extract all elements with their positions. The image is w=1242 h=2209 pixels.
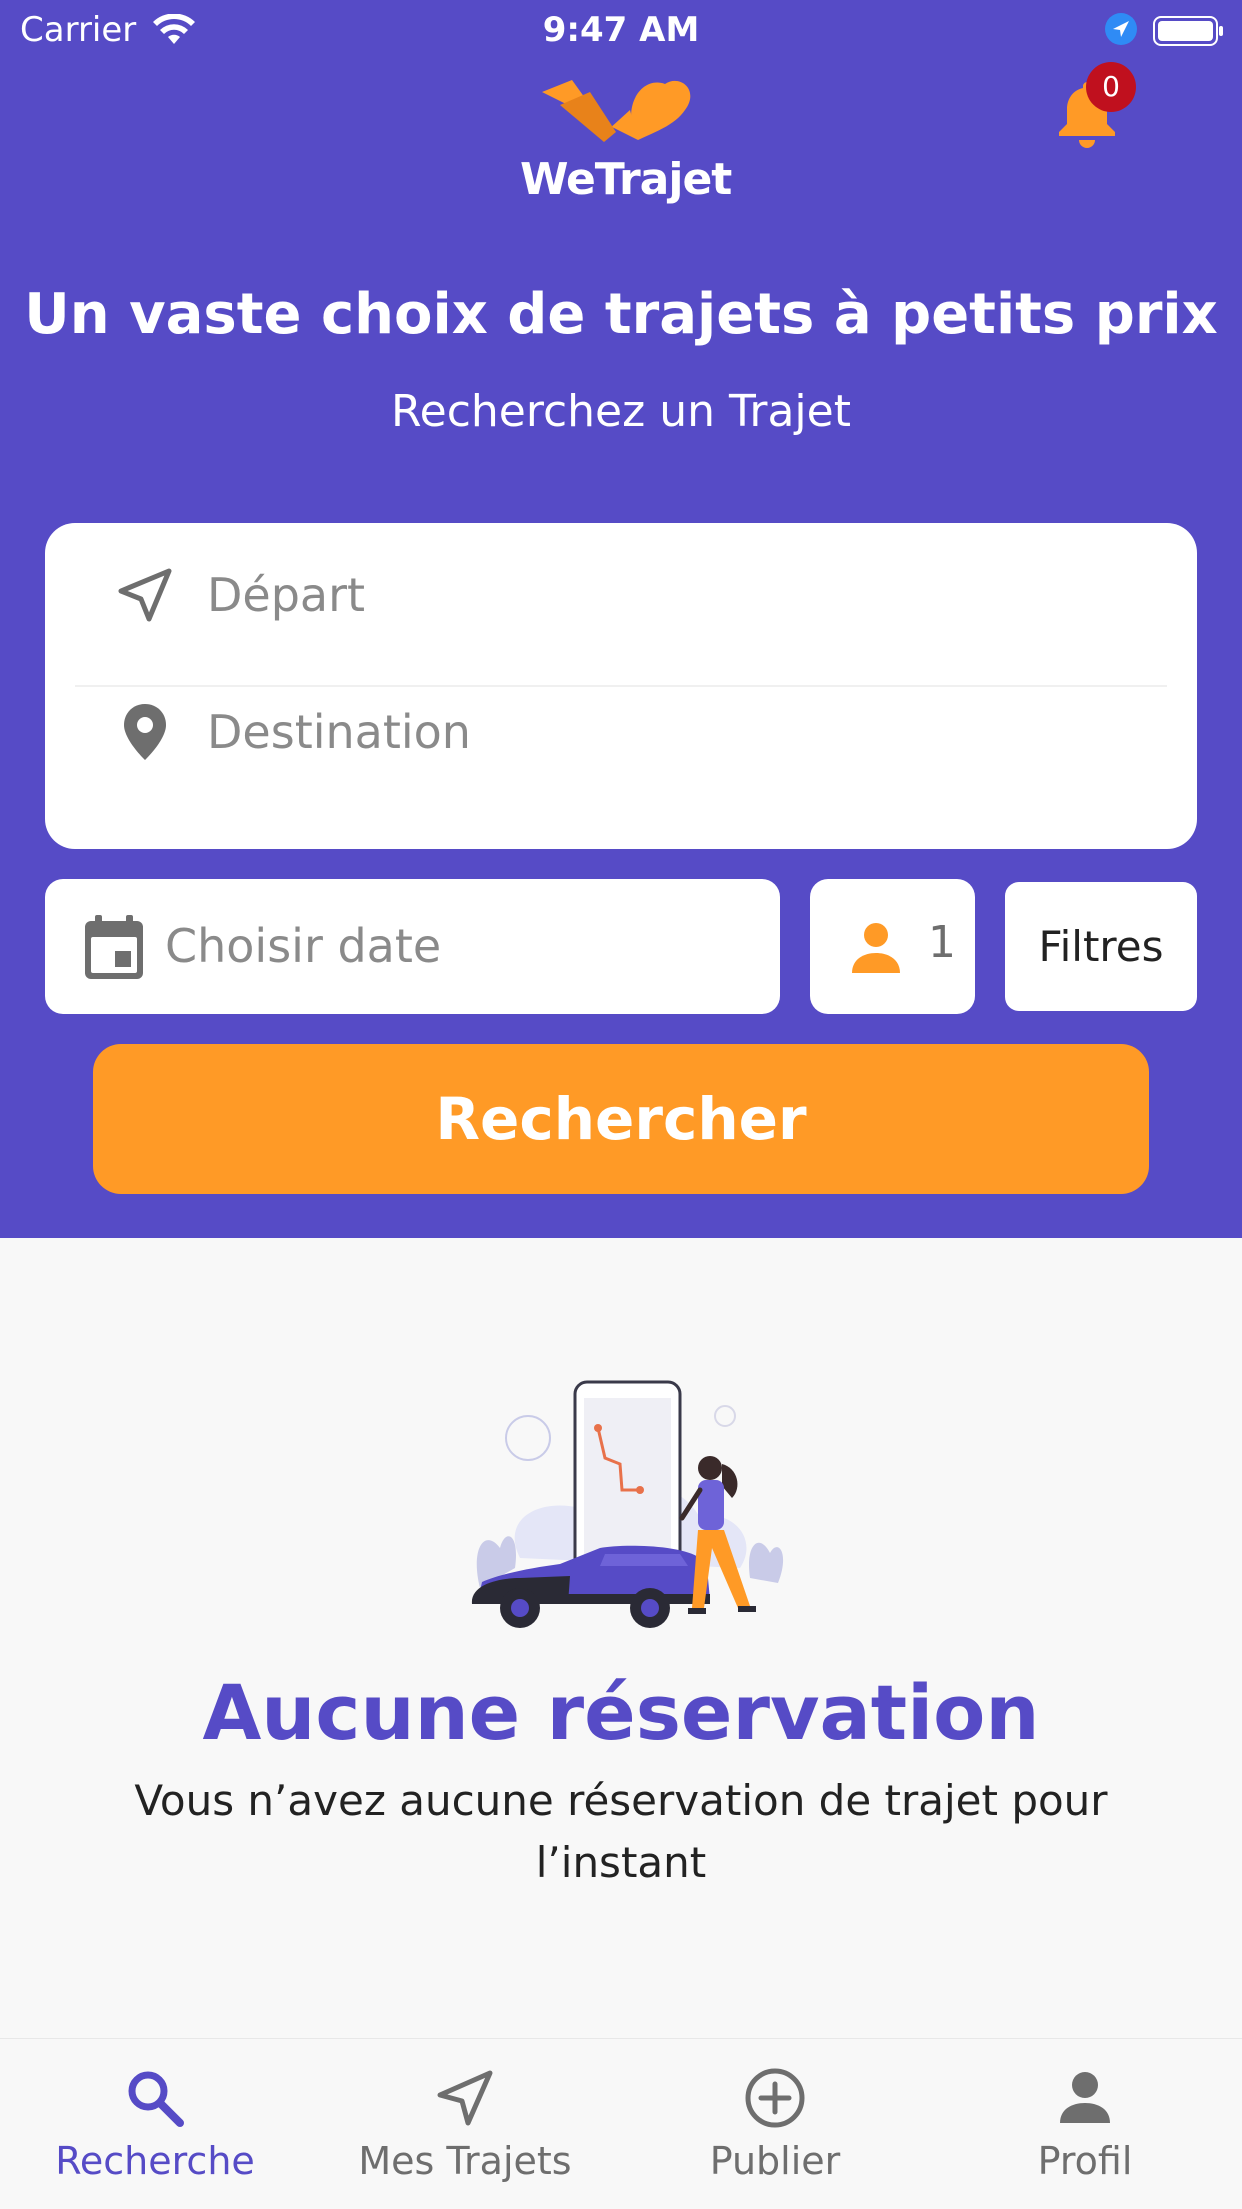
depart-row[interactable] — [45, 523, 1197, 657]
empty-state-title: Aucune réservation — [202, 1668, 1040, 1757]
nav-item-label: Recherche — [55, 2139, 255, 2183]
logo-mark-icon — [542, 80, 691, 142]
person-icon — [852, 923, 900, 973]
location-services-icon — [1105, 13, 1137, 45]
navigation-arrow-icon — [437, 2070, 493, 2126]
search-button[interactable]: Rechercher — [93, 1044, 1149, 1194]
calendar-icon — [85, 915, 143, 979]
hero-title: Un vaste choix de trajets à petits prix — [24, 282, 1218, 347]
passenger-selector[interactable]: 1 — [810, 879, 975, 1014]
nav-item-label: Mes Trajets — [358, 2139, 572, 2183]
route-card — [45, 523, 1197, 849]
hero-subtitle: Recherchez un Trajet — [391, 386, 851, 437]
search-icon — [128, 2071, 184, 2127]
clock: 9:47 AM — [542, 10, 700, 50]
nav-item-mes-trajets[interactable]: Mes Trajets — [310, 2039, 620, 2209]
brand-name: WeTrajet — [520, 154, 732, 205]
wetrajet-logo: WeTrajet — [520, 70, 732, 210]
passenger-count: 1 — [928, 917, 956, 968]
nav-item-label: Profil — [1037, 2139, 1133, 2183]
destination-row[interactable] — [45, 660, 1197, 794]
filters-button[interactable]: Filtres — [1005, 882, 1197, 1011]
nav-item-recherche[interactable]: Recherche — [0, 2039, 310, 2209]
add-circle-icon — [745, 2068, 805, 2128]
bottom-navigation: Recherche Mes Trajets Publier Profil — [0, 2038, 1242, 2208]
empty-state-description: Vous n’avez aucune réservation de trajet… — [134, 1776, 1108, 1887]
nav-item-label: Publier — [709, 2139, 841, 2183]
destination-input[interactable] — [205, 690, 1165, 774]
navigation-arrow-icon — [118, 568, 172, 622]
battery-icon — [1153, 16, 1223, 46]
status-bar: Carrier 9:47 AM — [0, 0, 1242, 60]
depart-input[interactable] — [205, 553, 1165, 637]
date-field[interactable] — [45, 879, 780, 1014]
empty-state-illustration — [471, 1380, 784, 1628]
nav-item-profil[interactable]: Profil — [930, 2039, 1240, 2209]
date-input[interactable] — [163, 903, 763, 989]
notification-badge: 0 — [1086, 62, 1136, 112]
nav-item-publier[interactable]: Publier — [620, 2039, 930, 2209]
map-pin-icon — [124, 704, 166, 760]
person-icon — [1060, 2072, 1110, 2123]
